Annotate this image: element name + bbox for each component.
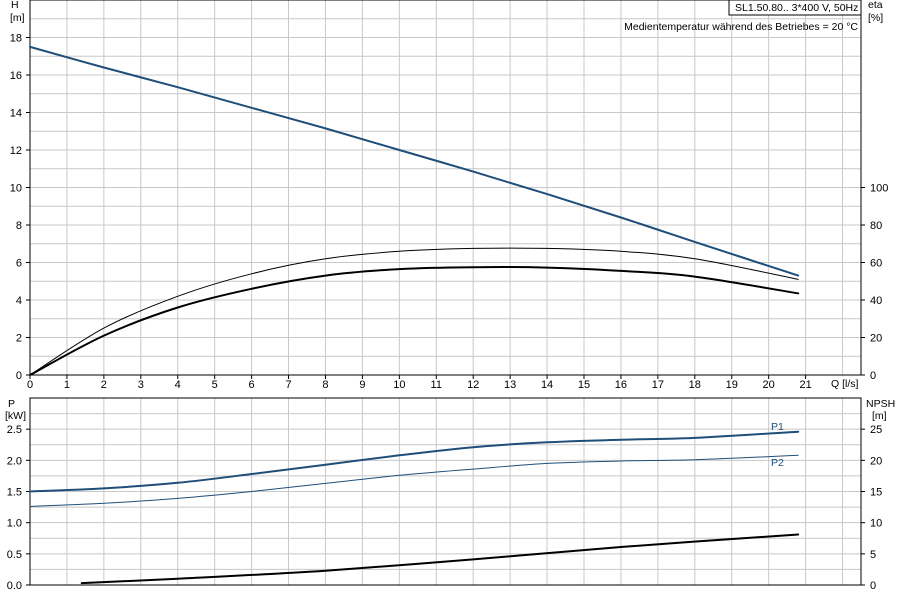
left-tick-label: 0.5	[7, 549, 22, 561]
curve-top-2	[29, 266, 800, 376]
right-tick-label: 60	[870, 258, 882, 270]
p-axis-label: P	[8, 398, 15, 410]
x-tick-label: 20	[763, 379, 775, 391]
pump-model-label: SL1.50.80.. 3*400 V, 50Hz	[735, 2, 858, 14]
left-tick-label: 1.0	[7, 518, 22, 530]
curves	[29, 45, 800, 585]
plot-frames	[29, 0, 862, 586]
x-tick-label: 10	[393, 379, 405, 391]
x-tick-label: 11	[431, 379, 442, 391]
series-label-p1: P1	[771, 421, 784, 433]
pump-curve-chart: 0 2 4 6 8 10 12 14 16 18 0 20 40 60 80 100 0 1 2 3 4 5 6 7 8 9 10 1…	[0, 0, 900, 600]
curve-bottom-1	[29, 454, 799, 507]
left-tick-label: 12	[10, 145, 22, 157]
x-tick-label: 17	[652, 379, 664, 391]
left-tick-label: 16	[10, 70, 22, 82]
grid-lines	[30, 0, 861, 585]
x-tick-label: 14	[541, 379, 553, 391]
x-tick-label: 7	[285, 379, 291, 391]
x-tick-label: 0	[27, 379, 33, 391]
x-tick-label: 3	[138, 379, 144, 391]
eta-axis-label: eta	[868, 0, 883, 11]
x-tick-label: 6	[249, 379, 255, 391]
p-axis-unit: [kW]	[5, 410, 26, 422]
curve-top-0	[29, 45, 800, 277]
left-tick-label: 1.5	[7, 487, 22, 499]
x-tick-label: 16	[615, 379, 627, 391]
series-label-p2: P2	[771, 457, 784, 469]
right-tick-label: 15	[870, 487, 882, 499]
pump-curve-svg: 0246810121416180204060801000 1 2 3 4 5 6 7 8 9 10 1…	[5, 0, 895, 593]
tick-labels: 0246810121416180204060801000 1 2 3 4 5 6 7 8 9 10 1…	[7, 33, 889, 593]
left-tick-label: 2.5	[7, 424, 22, 436]
npsh-axis-unit: [m]	[872, 410, 887, 422]
x-tick-label: 5	[212, 379, 218, 391]
left-tick-label: 2	[16, 333, 22, 345]
x-tick-label: 4	[175, 379, 181, 391]
curve-bottom-2	[80, 533, 800, 585]
curve-bottom-0	[29, 430, 800, 493]
right-tick-label: 10	[870, 518, 882, 530]
left-tick-label: 4	[16, 295, 22, 307]
right-tick-label: 25	[870, 424, 882, 436]
right-tick-label: 5	[870, 549, 876, 561]
q-axis-label: Q [l/s]	[831, 378, 859, 390]
x-tick-label: 18	[689, 379, 701, 391]
npsh-axis-label: NPSH	[866, 398, 895, 410]
x-tick-label: 19	[726, 379, 738, 391]
x-tick-label: 1	[64, 379, 70, 391]
left-tick-label: 0.0	[7, 580, 22, 592]
right-tick-label: 80	[870, 220, 882, 232]
x-tick-label: 2	[101, 379, 107, 391]
x-tick-label: 13	[504, 379, 516, 391]
x-tick-label: 9	[359, 379, 365, 391]
left-tick-label: 10	[10, 183, 22, 195]
left-tick-label: 6	[16, 258, 22, 270]
right-tick-label: 20	[870, 455, 882, 467]
right-tick-label: 0	[870, 580, 876, 592]
left-tick-label: 2.0	[7, 455, 22, 467]
left-tick-label: 0	[16, 370, 22, 382]
right-tick-label: 100	[870, 183, 888, 195]
left-tick-label: 14	[10, 108, 22, 120]
x-tick-label: 15	[578, 379, 590, 391]
right-tick-label: 0	[870, 370, 876, 382]
left-tick-label: 8	[16, 220, 22, 232]
right-tick-label: 40	[870, 295, 882, 307]
right-tick-label: 20	[870, 333, 882, 345]
h-axis-unit: [m]	[10, 12, 25, 24]
h-axis-label: H	[11, 0, 19, 11]
medium-temp-label: Medientemperatur während des Betriebes =…	[624, 21, 858, 33]
x-tick-label: 12	[467, 379, 479, 391]
x-tick-label: 21	[799, 379, 811, 391]
x-tick-label: 8	[322, 379, 328, 391]
eta-axis-unit: [%]	[868, 12, 883, 24]
left-tick-label: 18	[10, 33, 22, 45]
